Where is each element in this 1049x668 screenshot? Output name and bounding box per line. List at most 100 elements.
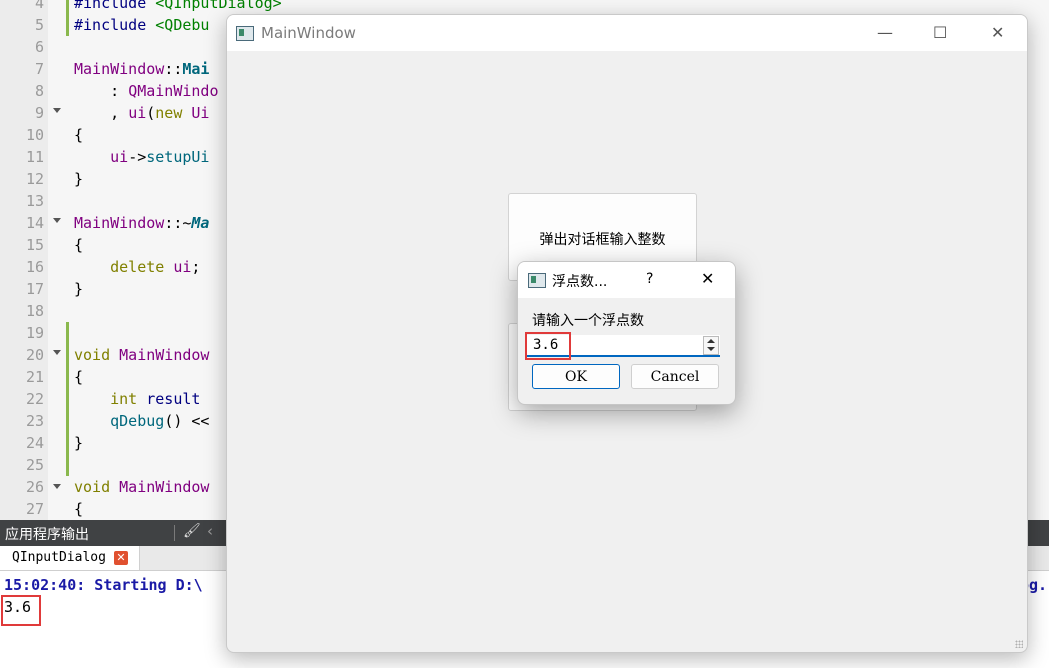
- code-line: {: [74, 126, 84, 144]
- line-number: 17: [25, 280, 44, 298]
- help-icon[interactable]: ?: [646, 271, 653, 287]
- close-icon[interactable]: ✕: [991, 23, 1004, 42]
- line-number: 26: [25, 478, 44, 496]
- change-marker: [66, 454, 69, 476]
- code-token: :: [110, 82, 129, 100]
- code-token: <QDebu: [155, 16, 210, 34]
- fold-marker-icon[interactable]: [53, 218, 61, 223]
- change-marker: [66, 14, 69, 36]
- code-token: <QInputDialog>: [155, 0, 282, 12]
- line-number: 27: [25, 500, 44, 518]
- main-window-title: MainWindow: [261, 24, 356, 42]
- code-token: #include: [74, 16, 147, 34]
- dialog-titlebar[interactable]: 浮点数... ? ✕: [518, 262, 735, 298]
- line-number: 6: [34, 38, 44, 56]
- code-line: #include <QDebu: [74, 14, 209, 36]
- line-number: 14: [25, 214, 44, 232]
- code-line: {: [74, 236, 84, 254]
- code-token: MainWindow: [74, 214, 165, 232]
- code-line: {: [74, 368, 84, 386]
- line-number: 25: [25, 456, 44, 474]
- code-token: int: [110, 390, 138, 408]
- fold-marker-icon[interactable]: [53, 108, 61, 113]
- output-tab-label: QInputDialog: [12, 550, 106, 565]
- code-line: : QMainWindo: [74, 80, 219, 102]
- clear-output-icon[interactable]: 🖌: [183, 523, 201, 539]
- code-token: ,: [110, 104, 129, 122]
- app-icon: [236, 26, 254, 41]
- code-line: , ui(new Ui: [74, 102, 209, 124]
- line-number: 15: [25, 236, 44, 254]
- toolbar-separator: [174, 525, 175, 541]
- code-token: MainWindow: [74, 60, 165, 78]
- code-line: ui->setupUi: [74, 146, 209, 168]
- code-line: }: [74, 434, 84, 452]
- code-token: ui: [164, 258, 192, 276]
- main-window-titlebar[interactable]: MainWindow — ☐ ✕: [227, 15, 1027, 51]
- code-token: (: [146, 104, 156, 122]
- spin-arrows[interactable]: [703, 336, 719, 355]
- minimize-icon[interactable]: —: [877, 23, 893, 42]
- ok-button[interactable]: OK: [532, 364, 620, 389]
- code-line: MainWindow::~Ma: [74, 212, 209, 234]
- previous-icon[interactable]: ‹: [207, 522, 213, 540]
- line-number: 7: [34, 60, 44, 78]
- line-number: 18: [25, 302, 44, 320]
- fold-marker-icon[interactable]: [53, 484, 61, 489]
- code-token: void: [74, 478, 111, 496]
- code-token: ::~: [164, 214, 192, 232]
- line-number: 22: [25, 390, 44, 408]
- code-token: ;: [191, 258, 201, 276]
- code-token: ui: [110, 148, 129, 166]
- line-number: 12: [25, 170, 44, 188]
- change-marker: [66, 0, 69, 14]
- maximize-icon[interactable]: ☐: [933, 23, 947, 42]
- change-marker: [66, 322, 69, 344]
- code-line: int result: [74, 388, 200, 410]
- resize-grip-icon[interactable]: [1015, 640, 1023, 648]
- code-line: qDebug() <<: [74, 410, 209, 432]
- dialog-title: 浮点数...: [552, 274, 608, 290]
- highlight-box: [525, 332, 571, 360]
- code-line: }: [74, 280, 84, 298]
- code-token: () <<: [164, 412, 210, 430]
- code-token: ->: [128, 148, 147, 166]
- code-token: QMainWindo: [128, 82, 219, 100]
- output-tab-qinputdialog[interactable]: QInputDialog ✕: [0, 546, 140, 570]
- code-line: delete ui;: [74, 256, 200, 278]
- code-token: new: [155, 104, 183, 122]
- line-number: 5: [34, 16, 44, 34]
- code-token: delete: [110, 258, 165, 276]
- line-number: 20: [25, 346, 44, 364]
- code-line: MainWindow::Mai: [74, 58, 209, 80]
- code-line: void MainWindow: [74, 344, 209, 366]
- app-icon: [528, 273, 546, 288]
- line-number: 10: [25, 126, 44, 144]
- code-token: result: [137, 390, 201, 408]
- spin-up-icon[interactable]: [707, 339, 715, 343]
- code-line: {: [74, 500, 84, 518]
- code-token: ui: [128, 104, 147, 122]
- line-number: 16: [25, 258, 44, 276]
- close-icon[interactable]: ✕: [701, 269, 714, 288]
- line-number: 21: [25, 368, 44, 386]
- output-pane-title: 应用程序输出: [5, 527, 89, 543]
- code-token: #include: [74, 0, 147, 12]
- code-token: Mai: [182, 60, 210, 78]
- line-number: 9: [34, 104, 44, 122]
- code-token: Ma: [191, 214, 210, 232]
- change-marker: [66, 344, 69, 454]
- code-line: #include <QInputDialog>: [74, 0, 282, 14]
- spin-down-icon[interactable]: [707, 347, 715, 351]
- cancel-button[interactable]: Cancel: [631, 364, 719, 389]
- code-line: void MainWindow: [74, 476, 209, 498]
- code-token: setupUi: [146, 148, 210, 166]
- code-token: MainWindow: [110, 478, 210, 496]
- line-number: 11: [25, 148, 44, 166]
- line-number: 19: [25, 324, 44, 342]
- close-tab-icon[interactable]: ✕: [114, 551, 128, 565]
- code-token: ::: [164, 60, 183, 78]
- fold-marker-icon[interactable]: [53, 350, 61, 355]
- dialog-prompt: 请输入一个浮点数: [532, 313, 644, 329]
- line-number: 4: [34, 0, 44, 12]
